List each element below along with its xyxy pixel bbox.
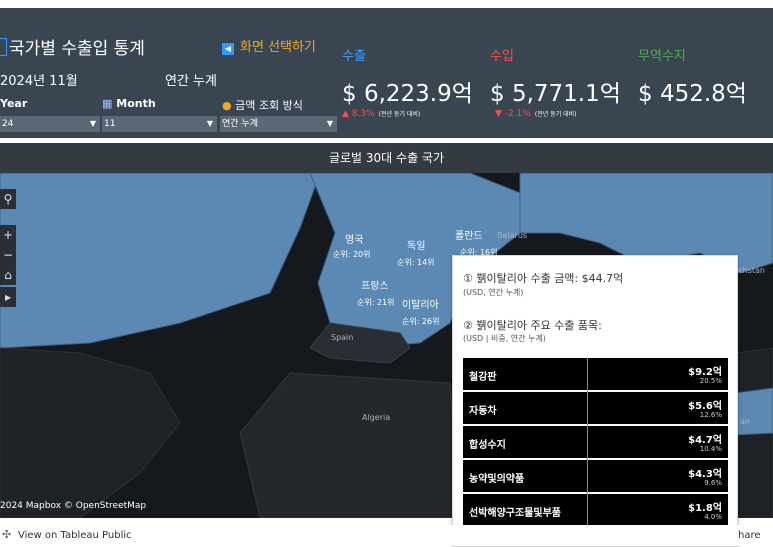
country-label-france: 프랑스: [361, 281, 389, 292]
plus-icon: +: [2, 228, 14, 242]
item-name: 선박해양구조물및부품: [469, 508, 561, 519]
select-screen-button[interactable]: ◀ 화면 선택하기: [222, 36, 316, 55]
item-share: 10.4%: [699, 445, 722, 453]
balance-value: $ 452.8억: [638, 81, 747, 107]
column-divider: [587, 426, 588, 460]
table-row: 선박해양구조물및부품 $1.8억 4.0%: [463, 494, 728, 528]
tooltip-items-table: 철강판 $9.2억 20.5% 자동차 $5.6억 12.6% 합성수지 $4.7억 10.…: [463, 358, 728, 528]
country-rank-uk: 순위: 20위: [333, 250, 371, 259]
country-rank-france: 순위: 21위: [357, 298, 395, 307]
table-row: 합성수지 $4.7억 10.4%: [463, 426, 728, 460]
map-label-algeria: Algeria: [362, 413, 391, 422]
cumulative-label: 연간 누계: [165, 74, 217, 89]
country-label-italy: 이탈리아: [402, 300, 439, 311]
title-text: 국가별 수출입 통계: [9, 39, 145, 59]
play-icon: ▸: [4, 290, 12, 304]
tableau-logo-icon: ✣: [2, 528, 12, 541]
tooltip-export-amount: ① 뷁이탈리아 수출 금액: $44.7억: [463, 272, 624, 285]
dashboard-header: 국가별 수출입 통계 ◀ 화면 선택하기 2024년 11월 연간 누계 Year…: [0, 8, 773, 138]
column-divider: [587, 494, 588, 528]
map-label-spain: Spain: [331, 333, 354, 342]
import-change: ▼ -2.1% (전년 동기 대비): [495, 109, 577, 119]
share-button[interactable]: hare: [738, 530, 761, 541]
item-amount: $4.3억: [688, 469, 722, 480]
balance-label: 무역수지: [638, 49, 686, 64]
export-label: 수출: [342, 49, 366, 64]
column-divider: [587, 460, 588, 494]
item-name: 농약및의약품: [469, 474, 525, 485]
item-share: 9.6%: [704, 479, 722, 487]
item-amount: $5.6억: [688, 401, 722, 412]
import-label: 수입: [490, 49, 514, 64]
export-value: $ 6,223.9억: [342, 81, 473, 107]
table-row: 자동차 $5.6억 12.6%: [463, 392, 728, 426]
reset-home-button[interactable]: ⌂: [0, 265, 16, 285]
country-rank-italy: 순위: 26위: [402, 317, 440, 326]
country-rank-germany: 순위: 14위: [397, 258, 435, 267]
calendar-icon: ▦: [102, 97, 113, 110]
map-label-partial: an: [740, 417, 750, 426]
play-icon: ◀: [222, 43, 234, 55]
map-tools-button[interactable]: ▸: [0, 287, 16, 307]
method-filter-label: ● 금액 조회 방식: [222, 99, 303, 112]
country-tooltip: ① 뷁이탈리아 수출 금액: $44.7억 (USD, 연간 누계) ② 뷁이탈…: [452, 255, 738, 547]
month-filter-label: ▦ Month: [102, 97, 156, 110]
map-label-kazakhstan: khstan: [738, 266, 765, 275]
year-filter-label: Year: [0, 97, 28, 110]
search-map-button[interactable]: ⚲: [0, 189, 16, 209]
map-title: 글로벌 30대 수출 국가: [0, 143, 773, 173]
item-amount: $9.2억: [688, 367, 722, 378]
country-label-uk: 영국: [345, 235, 364, 246]
search-icon: ⚲: [3, 192, 13, 206]
item-share: 20.5%: [699, 377, 722, 385]
tableau-footer: ✣ View on Tableau Public hare: [0, 525, 773, 545]
item-share: 4.0%: [704, 513, 722, 521]
title-marker-icon: [0, 38, 7, 56]
country-label-germany: 독일: [407, 241, 426, 252]
chevron-down-icon: ▼: [326, 119, 333, 128]
item-name: 철강판: [469, 372, 497, 383]
table-row: 농약및의약품 $4.3억 9.6%: [463, 460, 728, 494]
zoom-in-button[interactable]: +: [0, 225, 16, 245]
tooltip-items-title: ② 뷁이탈리아 주요 수출 품목:: [463, 319, 602, 332]
period-text: 2024년 11월: [0, 74, 78, 89]
tooltip-export-note: (USD, 연간 누계): [463, 288, 524, 297]
page-title: 국가별 수출입 통계: [0, 34, 145, 59]
select-screen-label: 화면 선택하기: [240, 40, 316, 55]
month-select[interactable]: 11 ▼: [102, 116, 217, 132]
column-divider: [587, 358, 588, 392]
export-change: ▲ 8.3% (전년 동기 대비): [342, 109, 421, 119]
table-row: 철강판 $9.2억 20.5%: [463, 358, 728, 392]
home-icon: ⌂: [4, 268, 12, 282]
coin-icon: ●: [222, 99, 232, 112]
item-amount: $1.8억: [688, 503, 722, 514]
method-select[interactable]: 연간 누계 ▼: [220, 116, 337, 132]
tooltip-items-note: (USD | 비중, 연간 누계): [463, 334, 546, 343]
year-select[interactable]: 24 ▼: [0, 116, 100, 132]
minus-icon: −: [2, 248, 14, 262]
item-amount: $4.7억: [688, 435, 722, 446]
view-on-tableau-link[interactable]: View on Tableau Public: [18, 530, 132, 541]
zoom-out-button[interactable]: −: [0, 245, 16, 265]
map-copyright: 2024 Mapbox © OpenStreetMap: [0, 501, 147, 511]
item-name: 자동차: [469, 406, 497, 417]
import-value: $ 5,771.1억: [490, 81, 621, 107]
item-name: 합성수지: [469, 440, 506, 451]
column-divider: [587, 392, 588, 426]
item-share: 12.6%: [699, 411, 722, 419]
country-label-poland: 폴란드: [455, 231, 483, 242]
chevron-down-icon: ▼: [206, 119, 213, 128]
chevron-down-icon: ▼: [89, 119, 96, 128]
map-label-belarus: Belarus: [497, 231, 528, 240]
